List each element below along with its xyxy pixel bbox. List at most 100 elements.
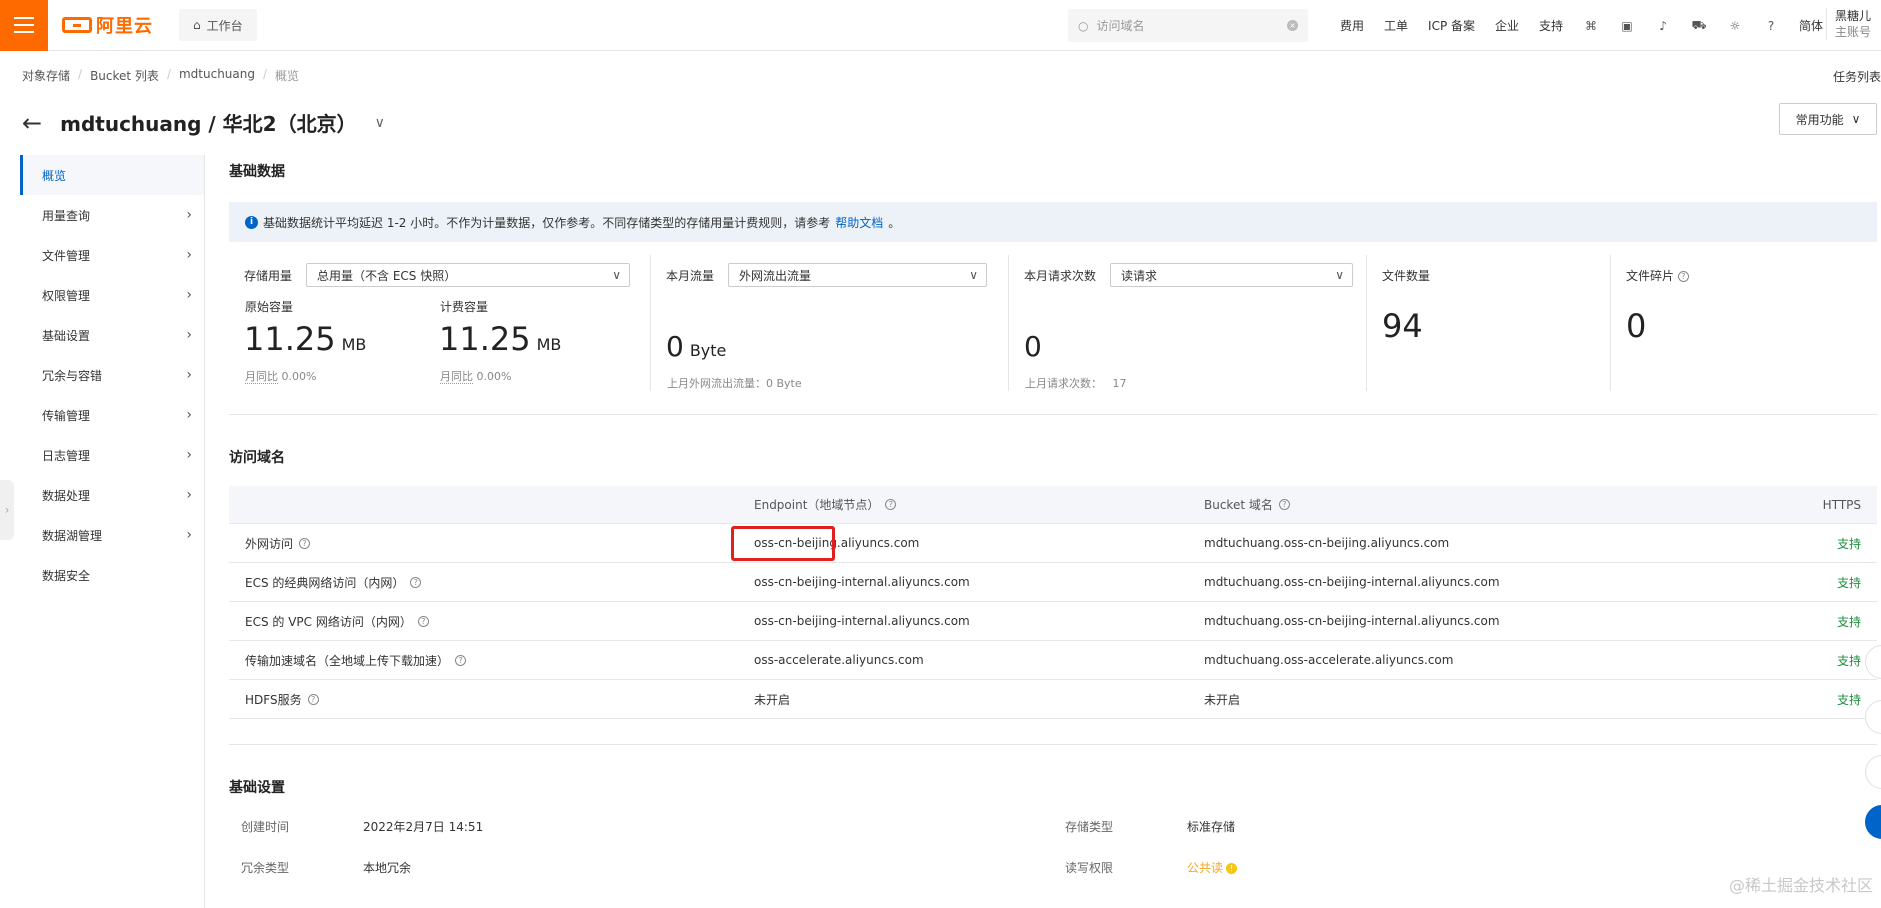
notice-end: 。 <box>888 215 901 230</box>
top-link-fees[interactable]: 费用 <box>1330 17 1374 34</box>
storage-type-value: 标准存储 <box>1187 820 1236 834</box>
chevron-right-icon: › <box>186 527 192 543</box>
notice-text: 基础数据统计平均延迟 1-2 小时。不作为计量数据，仅作参考。不同存储类型的存储… <box>263 215 831 230</box>
requests-value: 0 <box>1024 330 1042 363</box>
aliyun-logo[interactable]: 阿里云 <box>62 12 153 38</box>
top-link-icp[interactable]: ICP 备案 <box>1418 17 1485 34</box>
help-icon[interactable]: ? <box>307 693 319 705</box>
breadcrumb-item[interactable]: 对象存储 <box>22 67 70 84</box>
storage-type-label: 存储类型 <box>1065 820 1114 834</box>
section-divider <box>229 744 1877 745</box>
sidebar-item-logs[interactable]: 日志管理 › <box>20 435 204 475</box>
terminal-icon[interactable]: ▣ <box>1609 19 1645 33</box>
code-icon[interactable]: ⌘ <box>1573 19 1609 33</box>
clear-icon[interactable]: × <box>1287 20 1298 31</box>
sidebar-item-data-security[interactable]: 数据安全 <box>20 555 204 595</box>
help-icon[interactable]: ? <box>1677 271 1689 282</box>
sidebar-item-permissions[interactable]: 权限管理 › <box>20 275 204 315</box>
help-icon[interactable]: ? <box>410 576 422 588</box>
warning-icon[interactable]: ! <box>1226 863 1238 874</box>
cart-icon[interactable]: ⛟ <box>1681 18 1717 34</box>
row-endpoint[interactable]: oss-cn-beijing-internal.aliyuncs.com <box>754 602 970 640</box>
breadcrumb-separator: / <box>263 67 268 81</box>
sidebar-item-files[interactable]: 文件管理 › <box>20 235 204 275</box>
bell-icon[interactable]: ♪ <box>1645 19 1681 33</box>
acl-value: 公共读! <box>1187 859 1238 876</box>
sidebar: 概览 用量查询 › 文件管理 › 权限管理 › 基础设置 › 冗余与容错 › 传输管理 › … <box>20 155 205 908</box>
table-row: ECS 的 VPC 网络访问（内网）? oss-cn-beijing-inter… <box>229 602 1877 641</box>
sidebar-item-transfer[interactable]: 传输管理 › <box>20 395 204 435</box>
top-link-support[interactable]: 支持 <box>1529 17 1573 34</box>
row-bucket-domain[interactable]: mdtuchuang.oss-cn-beijing.aliyuncs.com <box>1204 524 1449 562</box>
top-link-tickets[interactable]: 工单 <box>1374 17 1418 34</box>
storage-label: 存储用量 <box>244 268 293 283</box>
row-bucket-domain[interactable]: mdtuchuang.oss-cn-beijing-internal.aliyu… <box>1204 602 1500 640</box>
chevron-down-icon: ∨ <box>1851 112 1861 126</box>
row-name: 传输加速域名（全地域上传下载加速）? <box>245 641 467 679</box>
row-bucket-domain[interactable]: mdtuchuang.oss-accelerate.aliyuncs.com <box>1204 641 1453 679</box>
requests-select[interactable]: 读请求 ∨ <box>1110 263 1354 287</box>
mom-value: 0.00% <box>281 370 317 383</box>
common-functions-button[interactable]: 常用功能 ∨ <box>1779 103 1877 135</box>
traffic-select[interactable]: 外网流出流量 ∨ <box>728 263 988 287</box>
help-icon[interactable]: ? <box>299 537 311 549</box>
help-icon[interactable]: ? <box>885 499 897 510</box>
row-name-label: 外网访问 <box>245 536 294 551</box>
page-header: ← mdtuchuang / 华北2（北京） ∨ <box>22 108 385 137</box>
help-icon[interactable]: ? <box>417 615 429 627</box>
help-icon[interactable]: ? <box>455 654 467 666</box>
acl-value-text: 公共读 <box>1187 861 1224 875</box>
row-name-label: HDFS服务 <box>245 692 302 707</box>
sidebar-collapse-handle[interactable]: › <box>0 480 14 540</box>
fragments-stat: 文件碎片 ? 0 <box>1610 255 1877 391</box>
sidebar-item-overview[interactable]: 概览 <box>20 155 204 195</box>
account-type: 主账号 <box>1835 25 1872 39</box>
page-title: mdtuchuang / 华北2（北京） <box>60 112 357 136</box>
search-input[interactable]: ○ 访问域名 × <box>1068 9 1308 42</box>
task-list-link[interactable]: 任务列表 <box>1833 68 1881 85</box>
chevron-right-icon: › <box>186 487 192 503</box>
table-row: 传输加速域名（全地域上传下载加速）? oss-accelerate.aliyun… <box>229 641 1877 680</box>
chevron-down-icon: ∨ <box>612 268 622 282</box>
help-doc-link[interactable]: 帮助文档 <box>835 214 883 231</box>
hamburger-menu-icon[interactable] <box>0 0 48 51</box>
row-name: ECS 的经典网络访问（内网）? <box>245 563 422 601</box>
domains-table: Endpoint（地域节点）? Bucket 域名? HTTPS 外网访问? o… <box>229 486 1877 719</box>
row-https: 支持 <box>1836 575 1861 590</box>
lightbulb-icon[interactable]: ☼ <box>1717 19 1753 33</box>
row-name: 外网访问? <box>245 524 311 562</box>
traffic-select-value: 外网流出流量 <box>739 268 812 283</box>
chevron-down-icon[interactable]: ∨ <box>375 115 385 131</box>
bucket-header-label: Bucket 域名 <box>1204 498 1273 512</box>
billing-capacity-mom: 月同比 0.00% <box>440 368 511 384</box>
requests-stat: 本月请求次数 读请求 ∨ 0 上月请求次数： 17 <box>1008 255 1365 391</box>
breadcrumb-item[interactable]: Bucket 列表 <box>90 67 159 84</box>
sidebar-item-data-lake[interactable]: 数据湖管理 › <box>20 515 204 555</box>
row-https: 支持 <box>1836 536 1861 551</box>
chevron-right-icon: › <box>186 287 192 303</box>
storage-select[interactable]: 总用量（不含 ECS 快照） ∨ <box>306 263 631 287</box>
row-bucket-domain[interactable]: mdtuchuang.oss-cn-beijing-internal.aliyu… <box>1204 563 1500 601</box>
sidebar-item-data-processing[interactable]: 数据处理 › <box>20 475 204 515</box>
sidebar-item-label: 基础设置 <box>42 328 91 343</box>
sidebar-item-usage[interactable]: 用量查询 › <box>20 195 204 235</box>
fragments-value: 0 <box>1626 307 1647 345</box>
account-menu[interactable]: 黑糖儿 主账号 <box>1826 8 1871 40</box>
sidebar-item-basic-settings[interactable]: 基础设置 › <box>20 315 204 355</box>
breadcrumb-item[interactable]: mdtuchuang <box>179 67 255 84</box>
traffic-label: 本月流量 <box>666 268 715 283</box>
floating-tool-button[interactable] <box>1865 755 1881 789</box>
sidebar-item-label: 用量查询 <box>42 208 91 223</box>
help-icon[interactable]: ? <box>1753 19 1789 33</box>
sidebar-item-label: 数据湖管理 <box>42 528 103 543</box>
floating-assistant-button[interactable] <box>1865 805 1881 839</box>
row-endpoint[interactable]: oss-cn-beijing-internal.aliyuncs.com <box>754 563 970 601</box>
sidebar-item-redundancy[interactable]: 冗余与容错 › <box>20 355 204 395</box>
workbench-button[interactable]: ⌂ 工作台 <box>179 9 257 41</box>
chevron-right-icon: › <box>186 247 192 263</box>
help-icon[interactable]: ? <box>1278 499 1290 510</box>
row-endpoint[interactable]: oss-accelerate.aliyuncs.com <box>754 641 924 679</box>
top-link-enterprise[interactable]: 企业 <box>1485 17 1529 34</box>
account-name: 黑糖儿 <box>1835 9 1872 23</box>
back-arrow-icon[interactable]: ← <box>22 111 42 135</box>
